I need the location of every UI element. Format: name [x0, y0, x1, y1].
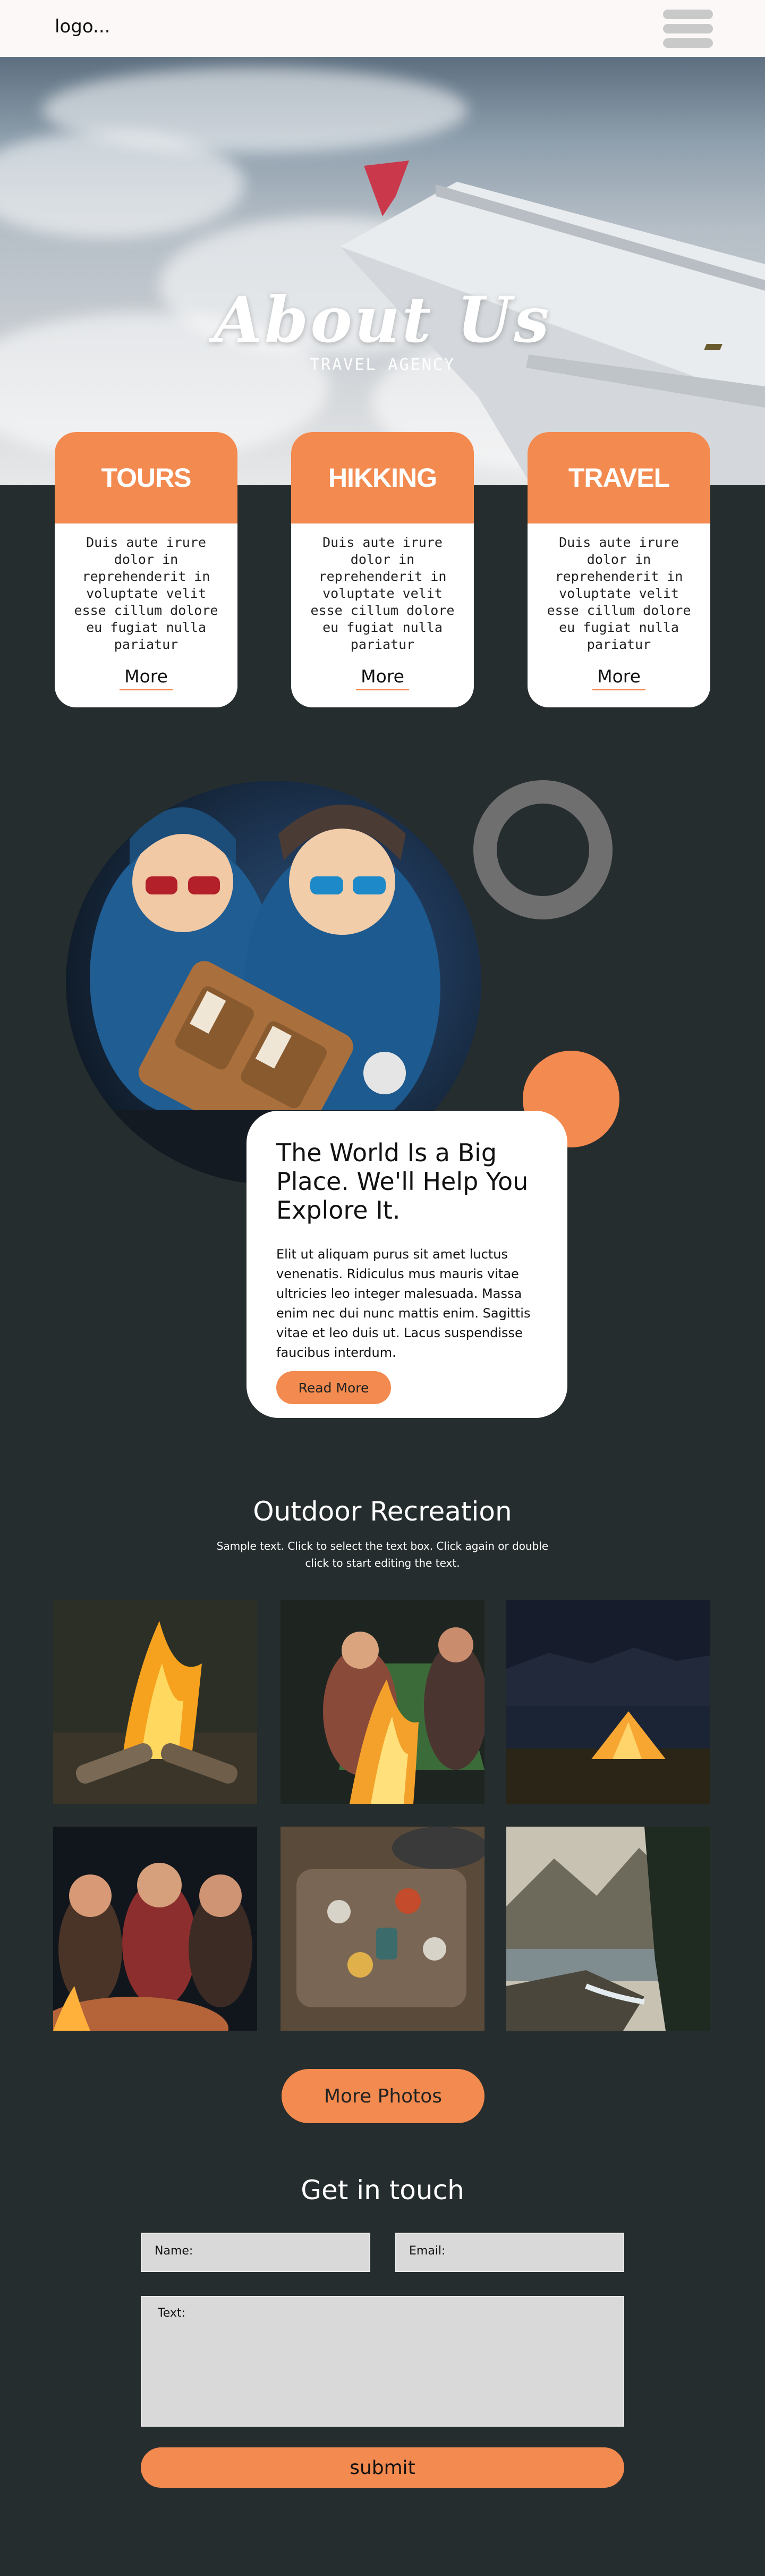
gallery-photo-friends-lights[interactable] — [53, 1827, 257, 2031]
feature-title: The World Is a Big Place. We'll Help You… — [276, 1138, 529, 1224]
gallery-title: Outdoor Recreation — [253, 1496, 512, 1527]
name-field[interactable]: Name: — [141, 2233, 370, 2272]
friends-with-lights-image — [53, 1827, 257, 2031]
feature-text: Elit ut aliquam purus sit amet luctus ve… — [276, 1247, 531, 1360]
service-card-tours: TOURS Duis aute irure dolor in reprehend… — [55, 432, 237, 707]
gallery-photo-campfire[interactable] — [53, 1600, 257, 1804]
menu-line — [663, 10, 713, 19]
card-more-link[interactable]: More — [592, 666, 645, 690]
hamburger-menu-icon[interactable] — [663, 10, 713, 48]
campfire-image — [53, 1600, 257, 1804]
submit-button[interactable]: submit — [141, 2447, 624, 2488]
hero-banner: About Us TRAVEL AGENCY — [0, 57, 765, 485]
feature-card: The World Is a Big Place. We'll Help You… — [246, 1111, 567, 1418]
gallery-photo-mountain-lake[interactable] — [506, 1827, 710, 2031]
card-more-link[interactable]: More — [120, 666, 173, 690]
card-more-link[interactable]: More — [356, 666, 409, 690]
card-title: TRAVEL — [528, 432, 710, 523]
tent-at-night-image — [506, 1600, 710, 1804]
mountain-lake-image — [506, 1827, 710, 2031]
more-photos-button[interactable]: More Photos — [282, 2069, 484, 2123]
gallery-photo-camp-friends[interactable] — [280, 1600, 484, 1804]
email-field[interactable]: Email: — [395, 2233, 624, 2272]
menu-line — [663, 38, 713, 48]
card-text: Duis aute irure dolor in reprehenderit i… — [547, 535, 691, 652]
gallery-photo-tent-night[interactable] — [506, 1600, 710, 1804]
page-subtitle: TRAVEL AGENCY — [310, 356, 455, 374]
read-more-button[interactable]: Read More — [276, 1371, 391, 1404]
card-title: HIKKING — [291, 432, 474, 523]
top-bar: logo... — [0, 0, 765, 57]
page-title: About Us — [214, 283, 551, 357]
message-field[interactable]: Text: — [141, 2296, 624, 2427]
friends-by-fire-image — [280, 1600, 484, 1804]
decorative-ring — [473, 780, 613, 919]
menu-line — [663, 24, 713, 33]
service-card-travel: TRAVEL Duis aute irure dolor in reprehen… — [528, 432, 710, 707]
card-text: Duis aute irure dolor in reprehenderit i… — [74, 535, 218, 652]
airplane-wing-image — [340, 161, 765, 485]
service-card-hiking: HIKKING Duis aute irure dolor in reprehe… — [291, 432, 474, 707]
gallery-subtitle: Sample text. Click to select the text bo… — [216, 1540, 549, 1569]
gallery-photo-picnic[interactable] — [280, 1827, 484, 2031]
card-text: Duis aute irure dolor in reprehenderit i… — [310, 535, 455, 652]
contact-title: Get in touch — [301, 2175, 464, 2206]
card-title: TOURS — [55, 432, 237, 523]
picnic-table-image — [280, 1827, 484, 2031]
logo[interactable]: logo... — [55, 16, 110, 37]
